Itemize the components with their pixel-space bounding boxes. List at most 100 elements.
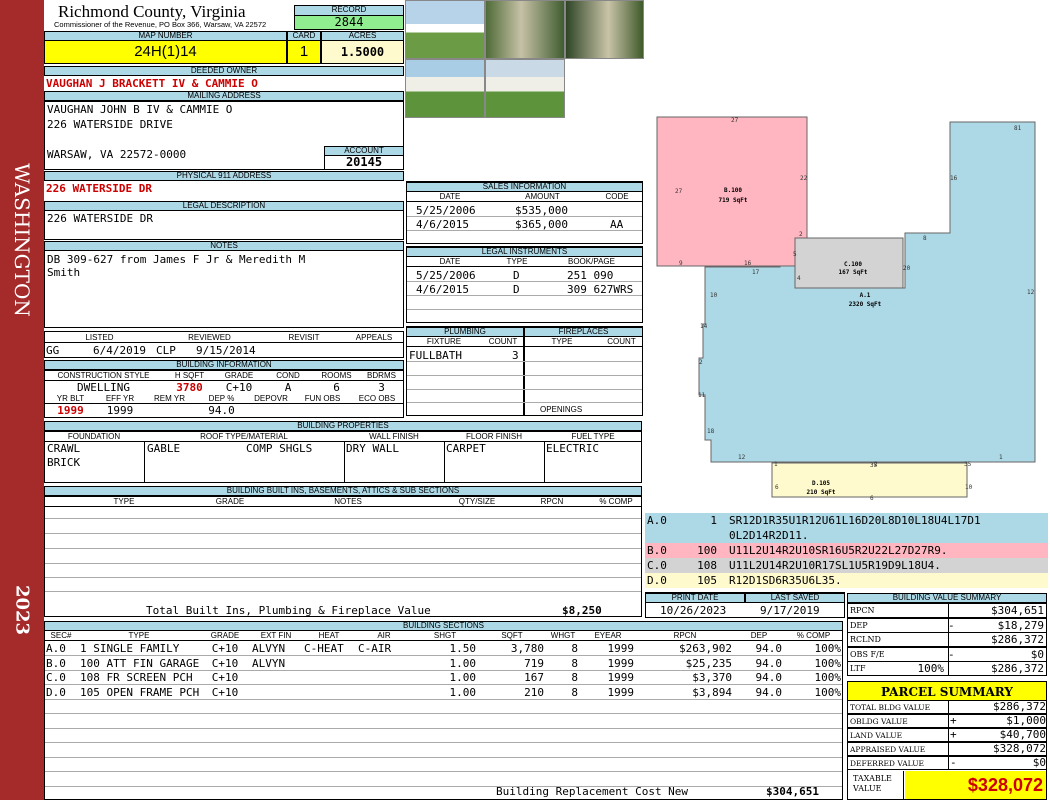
parcel-summary-amount: $40,700: [948, 729, 1046, 741]
value-summary-label: BUILDING VALUE SUMMARY: [847, 593, 1047, 603]
parcel-summary-row: APPRAISED VALUE $328,072: [847, 742, 1047, 756]
section-row-0-cell-6: 1.50: [449, 642, 477, 655]
parcel-summary-row: LAND VALUE $40,700 +: [847, 728, 1047, 742]
section-row-1-cell-7: 719: [524, 656, 544, 670]
section-row-1-cell-0: B.0: [46, 656, 66, 670]
col-grade: GRADE: [216, 371, 262, 381]
mailing-line-1: VAUGHAN JOHN B IV & CAMMIE O: [47, 103, 233, 116]
sketch-dimension: 2: [874, 461, 878, 468]
builtins-col-comp: % COMP: [590, 497, 642, 507]
value-summary-label: RPCN: [850, 606, 875, 615]
built-ins-label: BUILDING BUILT INS, BASEMENTS, ATTICS & …: [44, 486, 642, 496]
property-photo-4[interactable]: [405, 59, 485, 118]
map-number: 24H(1)14: [44, 40, 287, 64]
section-row-3-cell-12: 100%: [814, 685, 842, 699]
property-photo-1[interactable]: [405, 0, 485, 59]
vector-row-d-0[interactable]: D.0 105 R12D1SD6R35U6L35.: [645, 573, 1048, 588]
section-row-0-cell-11: 94.0: [755, 642, 783, 655]
taxable-value-label: TAXABLE VALUE: [848, 771, 904, 799]
parcel-summary-amount: $0: [948, 757, 1046, 769]
section-row-1-cell-2: C+10: [211, 656, 239, 670]
col-eff-yr: EFF YR: [97, 394, 143, 404]
vector-text: U11L2U14R2U10SR16U5R2U22L27D27R9.: [729, 544, 948, 557]
bedrooms: 3: [378, 381, 385, 394]
sales-col-date: DATE: [406, 192, 494, 202]
vector-section: A.0: [647, 514, 667, 527]
section-row-1-cell-8: 8: [571, 656, 578, 670]
col-wall-finish: WALL FINISH: [344, 432, 444, 442]
sections-col-4: HEAT: [302, 631, 356, 641]
vector-text-2: 0L2D14R2D11.: [729, 529, 809, 542]
condition: A: [284, 381, 292, 394]
section-row-3-cell-8: 8: [571, 685, 578, 699]
parcel-summary-row: TOTAL BLDG VALUE $286,372: [847, 700, 1047, 714]
replacement-cost-total: $304,651: [766, 785, 819, 798]
sketch-dimension: 10: [965, 484, 973, 491]
value-summary-label: LTF: [850, 664, 866, 673]
section-row-0-cell-0: A.0: [46, 642, 66, 655]
last-saved-label: LAST SAVED: [745, 593, 845, 603]
sales-label: SALES INFORMATION: [406, 182, 643, 192]
parcel-summary-modifier: -: [950, 756, 957, 769]
section-row-0-cell-1: 1 SINGLE FAMILY: [80, 642, 180, 655]
builtins-col-type: TYPE: [44, 497, 204, 507]
value-summary-modifier: 100%: [917, 662, 945, 675]
sketch-dimension: 1: [999, 454, 1003, 461]
section-row-0-cell-2: C+10: [211, 642, 239, 655]
section-row-1-cell-1: 100 ATT FIN GARAGE: [80, 656, 200, 670]
vector-section: D.0: [647, 574, 667, 587]
property-photo-5[interactable]: [485, 59, 565, 118]
col-rooms: ROOMS: [314, 371, 359, 381]
section-row-0-cell-4: C-HEAT: [304, 642, 344, 655]
property-photo-2[interactable]: [485, 0, 565, 59]
effective-year: 1999: [106, 404, 134, 417]
floor-plan-sketch[interactable]: 2722279 16254171082016811212 11 353566 10214…: [645, 100, 1050, 512]
mailing-line-3: WARSAW, VA 22572-0000: [47, 148, 187, 161]
listed-date: 6/4/2019: [93, 344, 146, 357]
revisit-col: REVISIT: [264, 333, 344, 343]
builtins-col-notes: NOTES: [256, 497, 440, 507]
parcel-summary-amount: $1,000: [948, 715, 1046, 727]
appeals-col: APPEALS: [344, 333, 404, 343]
value-summary-label: DEP: [850, 620, 868, 630]
vector-row-a-0[interactable]: A.0 1 SR12D1R35U1R12U61L16D20L8D10L18U4L17…: [645, 513, 1048, 543]
section-row-3-cell-9: 1999: [607, 685, 635, 699]
col-hsqft: H SQFT: [163, 371, 216, 381]
value-summary-row: RPCN $304,651: [847, 603, 1047, 618]
rooms: 6: [333, 381, 340, 394]
vector-row-b-0[interactable]: B.0 100 U11L2U14R2U10SR16U5R2U22L27D27R9.: [645, 543, 1048, 558]
property-photo-3[interactable]: [565, 0, 644, 59]
foundation-2: BRICK: [47, 456, 81, 469]
builtins-total-label: Total Built Ins, Plumbing & Fireplace Va…: [146, 604, 431, 617]
section-row-3-cell-2: C+10: [211, 685, 239, 699]
plumbing-col-fixture: FIXTURE: [406, 337, 482, 347]
section-row-1-cell-3: ALVYN: [252, 656, 286, 670]
notes-line-1: DB 309-627 from James F Jr & Meredith M: [47, 253, 306, 266]
section-d-area: 210 SqFt: [807, 489, 836, 496]
sales-col-code: CODE: [591, 192, 643, 202]
section-a-label: A.1: [860, 292, 871, 299]
reviewed-date: 9/15/2014: [196, 344, 256, 357]
parcel-summary-amount: $286,372: [948, 701, 1046, 713]
sidebar-district: WASHINGTON: [10, 163, 34, 317]
vector-section: C.0: [647, 559, 667, 572]
sketch-dimension: 20: [903, 265, 911, 272]
sections-col-8: WHGT: [546, 631, 580, 641]
sketch-dimension: 2: [799, 231, 803, 238]
roof-type: GABLE: [147, 442, 181, 455]
value-summary-amount: $18,279: [948, 618, 1045, 632]
section-row-1-cell-10: $25,235: [685, 656, 732, 670]
vector-code: 108: [697, 559, 717, 572]
sketch-dimension: 18: [707, 428, 715, 435]
col-fun-obs: FUN OBS: [295, 394, 350, 404]
value-summary-row: LTF 100% $286,372: [847, 661, 1047, 676]
parcel-summary-modifier: +: [950, 728, 957, 741]
sketch-dimension: 12: [1027, 289, 1035, 296]
vector-row-c-0[interactable]: C.0 108 U11L2U14R2U10R17SL1U5R19D9L18U4.: [645, 558, 1048, 573]
sections-col-2: GRADE: [200, 631, 250, 641]
builtins-col-rpcn: RPCN: [514, 497, 590, 507]
sections-col-3: EXT FIN: [250, 631, 302, 641]
depreciation: 94.0: [208, 404, 235, 417]
col-bdrms: BDRMS: [359, 371, 404, 381]
section-row-1-cell-9: 1999: [607, 656, 635, 670]
